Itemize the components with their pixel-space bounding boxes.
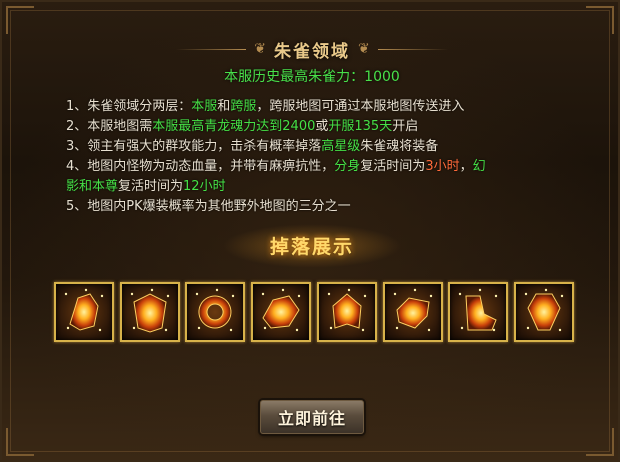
corner-ornament bbox=[586, 6, 614, 34]
rule-text-segment: 复活时间为 bbox=[118, 179, 184, 194]
rule-text-segment: 本服 bbox=[191, 99, 218, 114]
bracer-icon bbox=[64, 288, 104, 332]
belt-icon bbox=[393, 288, 432, 332]
rule-line: 5、地图内PK爆装概率为其他野外地图的三分之一 bbox=[66, 197, 566, 217]
ring-icon bbox=[196, 288, 235, 332]
necklace-icon bbox=[524, 288, 564, 332]
divider bbox=[176, 48, 247, 50]
rule-text-segment: 影和本尊 bbox=[66, 179, 119, 194]
rule-text-segment: 开服135天 bbox=[328, 119, 393, 134]
rule-text-segment: 复活时间为 bbox=[360, 159, 426, 174]
drop-title: 掉落展示 bbox=[269, 235, 354, 258]
zhuque-domain-panel: ❦ 朱雀领域 ❦ 本服历史最高朱雀力：1000 1、朱雀领域分两层：本服和跨服，… bbox=[0, 0, 620, 462]
armor-icon bbox=[130, 288, 169, 333]
drop-items-row bbox=[54, 282, 574, 348]
rule-line: 2、本服地图需本服最高青龙魂力达到2400或开服135天开启 bbox=[66, 117, 566, 137]
boots-icon bbox=[459, 288, 498, 332]
drop-item-slot[interactable] bbox=[382, 282, 443, 342]
rule-text-segment: 或 bbox=[315, 119, 329, 134]
drop-item-slot[interactable] bbox=[119, 282, 180, 342]
panel-title: 朱雀领域 bbox=[274, 41, 350, 62]
rules-list: 1、朱雀领域分两层：本服和跨服，跨服地图可通过本服地图传送进入 2、本服地图需本服… bbox=[66, 97, 566, 217]
rule-text-segment: 朱雀魂将装备 bbox=[360, 139, 439, 154]
rule-text-segment: ，跨服地图可通过本服地图传送进入 bbox=[256, 99, 465, 114]
corner-ornament bbox=[586, 428, 614, 456]
rule-text-segment: 开启 bbox=[392, 119, 419, 134]
rule-text-segment: 3、领主有强大的群攻能力，击杀有概率掉落 bbox=[66, 139, 322, 154]
rule-text-segment: 和 bbox=[217, 99, 231, 114]
rule-text-segment: 高星级 bbox=[321, 139, 361, 154]
rule-text-segment: 12小时 bbox=[183, 179, 226, 194]
server-record-label: 本服历史最高朱雀力：1000 bbox=[224, 69, 400, 85]
title-row: ❦ 朱雀领域 ❦ bbox=[2, 36, 618, 62]
drop-item-slot[interactable] bbox=[54, 282, 114, 342]
rule-text-segment: 4、地图内怪物为动态血量，并带有麻痹抗性， bbox=[66, 159, 335, 174]
rule-text-segment: 分身 bbox=[334, 159, 361, 174]
helmet-icon bbox=[327, 288, 367, 332]
swirl-ornament-icon: ❦ bbox=[358, 41, 370, 57]
rule-text-segment: 本服最高青龙魂力达到2400 bbox=[152, 119, 316, 134]
rule-text-segment: 5、地图内PK爆装概率为其他野外地图的三分之一 bbox=[66, 199, 351, 214]
drop-item-slot[interactable] bbox=[448, 282, 509, 342]
rule-text-segment: ， bbox=[459, 159, 473, 174]
rule-text-segment: 1、朱雀领域分两层： bbox=[66, 99, 192, 114]
bracelet-icon bbox=[261, 288, 301, 332]
drop-item-slot[interactable] bbox=[251, 282, 312, 342]
divider bbox=[377, 48, 448, 50]
swirl-ornament-icon: ❦ bbox=[254, 41, 266, 57]
corner-ornament bbox=[6, 428, 34, 456]
corner-ornament bbox=[6, 6, 34, 34]
drop-item-slot[interactable] bbox=[513, 282, 574, 342]
rule-text-segment: 幻 bbox=[472, 159, 486, 174]
go-now-button[interactable]: 立即前往 bbox=[260, 400, 364, 434]
drop-item-slot[interactable] bbox=[185, 282, 246, 342]
rule-line: 影和本尊复活时间为12小时 bbox=[66, 177, 566, 197]
rule-line: 4、地图内怪物为动态血量，并带有麻痹抗性，分身复活时间为3小时，幻 bbox=[66, 157, 566, 177]
rule-text-segment: 跨服 bbox=[230, 99, 257, 114]
rule-line: 3、领主有强大的群攻能力，击杀有概率掉落高星级朱雀魂将装备 bbox=[66, 137, 566, 157]
drop-item-slot[interactable] bbox=[316, 282, 377, 342]
rule-text-segment: 2、本服地图需 bbox=[66, 119, 153, 134]
drop-title-row: 掉落展示 bbox=[2, 230, 618, 260]
rule-line: 1、朱雀领域分两层：本服和跨服，跨服地图可通过本服地图传送进入 bbox=[66, 97, 566, 117]
rule-text-segment: 3小时 bbox=[425, 159, 460, 174]
